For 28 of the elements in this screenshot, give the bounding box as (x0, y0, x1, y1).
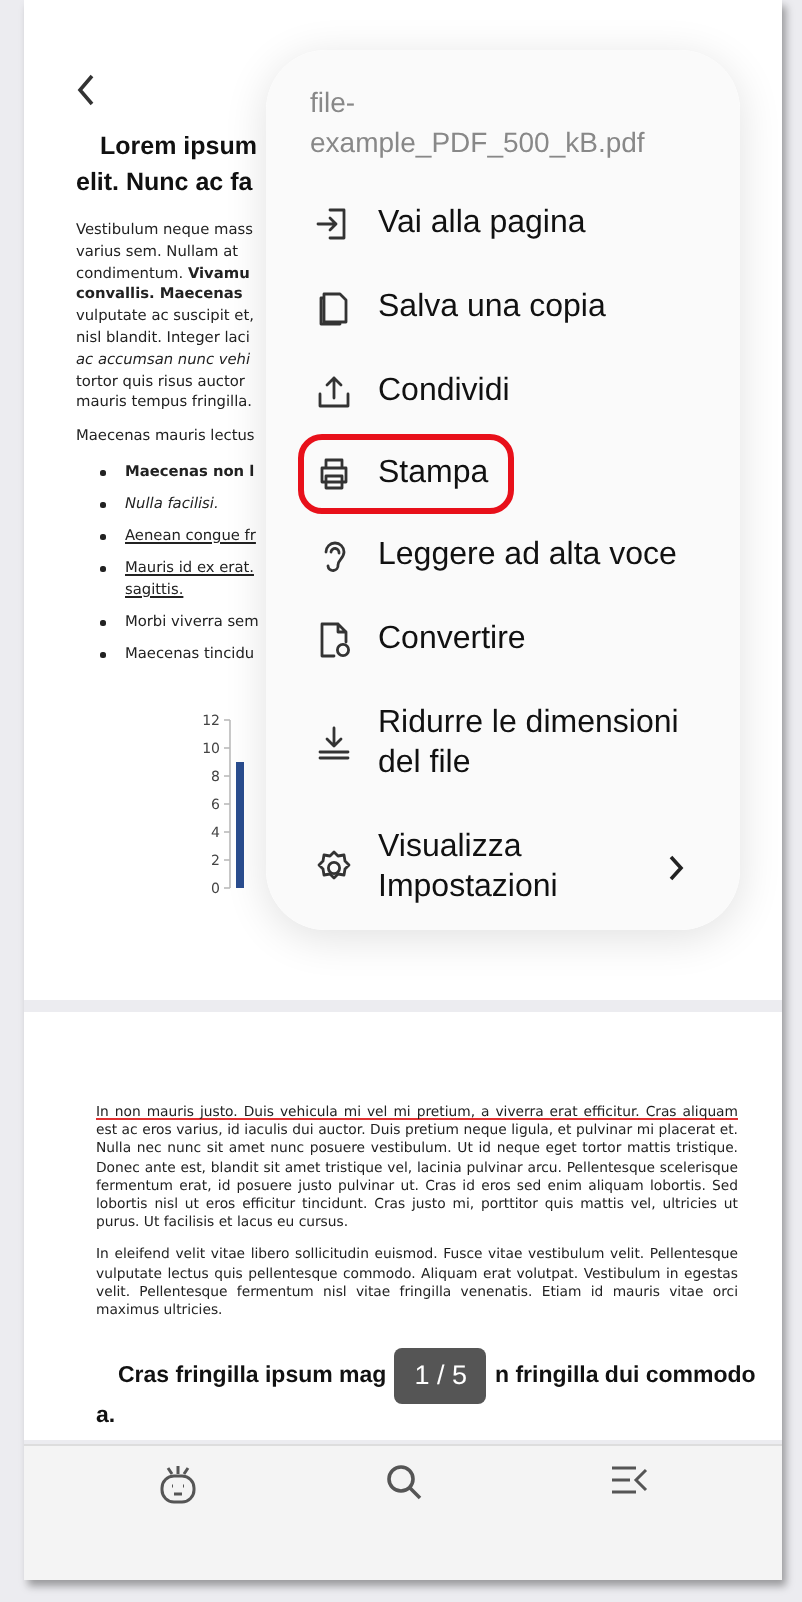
chart-bar (236, 761, 244, 888)
bullet-dot (100, 502, 105, 508)
bullet-dot (100, 534, 105, 540)
bullet-dot (100, 470, 105, 476)
heading-text: a. (96, 1404, 116, 1429)
menu-item[interactable]: Salva una copia (298, 266, 622, 350)
download-icon (314, 724, 354, 764)
robot-face-icon[interactable] (156, 1462, 201, 1506)
chevron-icon (668, 854, 684, 882)
menu-item[interactable]: Stampa (298, 434, 515, 514)
share-icon (314, 372, 354, 412)
menu-title: file-example_PDF_500_kB.pdf (310, 84, 647, 162)
heading-line: elit. Nunc ac fa (76, 166, 253, 200)
heading-line: Lorem ipsum (100, 130, 257, 164)
heading-text: n fringilla dui commodo (494, 1362, 756, 1393)
bullet-dot (100, 620, 105, 626)
menu-item[interactable]: Visualizza Impostazioni (298, 806, 700, 930)
menu-item[interactable]: Ridurre le dimensioni del file (298, 682, 712, 806)
bullet-dot (100, 566, 105, 572)
menu-item[interactable]: Condividi (298, 350, 526, 434)
heading-text: Cras fringilla ipsum mag (118, 1362, 387, 1393)
menu-collapse-icon[interactable] (609, 1462, 650, 1498)
page-indicator: 1 / 5 (394, 1348, 487, 1405)
menu-item[interactable]: Vai alla pagina (298, 182, 602, 266)
menu-item[interactable]: Leggere ad alta voce (298, 514, 693, 598)
bullet-dot (100, 652, 105, 658)
search-icon[interactable] (384, 1462, 425, 1502)
menu-item[interactable]: Convertire (298, 598, 542, 682)
